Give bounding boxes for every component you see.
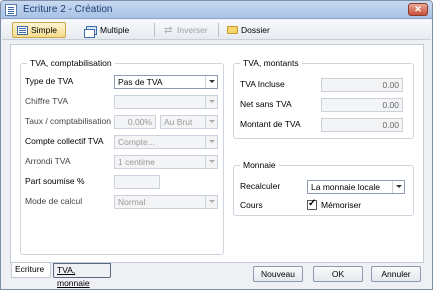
chiffre-tva-label: Chiffre TVA bbox=[25, 96, 68, 106]
chiffre-tva-select[interactable] bbox=[114, 95, 218, 109]
montant-tva-field[interactable]: 0.00 bbox=[321, 118, 403, 132]
comptabilisation-select[interactable]: Au Brut bbox=[160, 115, 218, 129]
close-button[interactable]: ✕ bbox=[408, 3, 428, 16]
taux-label: Taux / comptabilisation bbox=[25, 116, 111, 126]
group-title: Monnaie bbox=[240, 160, 279, 170]
net-sans-tva-label: Net sans TVA bbox=[240, 99, 292, 109]
inverser-label: Inverser bbox=[177, 25, 208, 35]
comptabilisation-value: Au Brut bbox=[164, 117, 193, 127]
chevron-down-icon bbox=[205, 196, 217, 208]
mode-calcul-select[interactable]: Normal bbox=[114, 195, 218, 209]
app-icon bbox=[5, 4, 17, 16]
taux-field[interactable]: 0.00% bbox=[114, 115, 156, 129]
arrondi-tva-select[interactable]: 1 centime bbox=[114, 155, 218, 169]
simple-label: Simple bbox=[31, 25, 57, 35]
tva-monnaie-panel: TVA, comptabilisation Type de TVA Pas de… bbox=[10, 44, 424, 263]
chevron-down-icon bbox=[205, 76, 217, 88]
arrondi-tva-label: Arrondi TVA bbox=[25, 156, 71, 166]
tva-montants-group: TVA, montants TVA Incluse 0.00 Net sans … bbox=[233, 58, 414, 139]
part-soumise-field[interactable] bbox=[114, 175, 160, 189]
dossier-label: Dossier bbox=[241, 25, 270, 35]
toolbar-separator bbox=[218, 23, 219, 37]
memoriser-checkbox[interactable] bbox=[307, 198, 317, 210]
recalculer-select[interactable]: La monnaie locale bbox=[307, 180, 405, 194]
group-title: TVA, montants bbox=[240, 58, 302, 68]
type-tva-value: Pas de TVA bbox=[118, 77, 163, 87]
tva-incluse-field[interactable]: 0.00 bbox=[321, 78, 403, 92]
title-bar[interactable]: Ecriture 2 - Création ✕ bbox=[1, 1, 432, 19]
tab-tva-monnaie[interactable]: TVA, monnaie bbox=[53, 263, 111, 288]
compte-collectif-label: Compte collectif TVA bbox=[25, 136, 104, 146]
tva-incluse-label: TVA Incluse bbox=[240, 79, 285, 89]
toolbar: Simple Multiple ⇄ Inverser Dossier bbox=[2, 20, 431, 40]
inverser-button[interactable]: ⇄ Inverser bbox=[160, 22, 212, 38]
multiple-icon bbox=[84, 25, 97, 38]
dossier-button[interactable]: Dossier bbox=[223, 22, 274, 38]
monnaie-group: Monnaie Recalculer La monnaie locale Cou… bbox=[233, 160, 414, 216]
folder-icon bbox=[227, 26, 238, 34]
annuler-button[interactable]: Annuler bbox=[371, 266, 421, 282]
tab-ecriture-label: Ecriture bbox=[15, 264, 45, 274]
recalculer-value: La monnaie locale bbox=[311, 182, 380, 192]
mode-calcul-value: Normal bbox=[118, 197, 146, 207]
memoriser-label: Mémoriser bbox=[321, 200, 362, 210]
chevron-down-icon bbox=[392, 181, 404, 193]
dialog-window: Ecriture 2 - Création ✕ Simple Multiple … bbox=[0, 0, 433, 290]
tab-ecriture[interactable]: Ecriture bbox=[11, 263, 51, 278]
chevron-down-icon bbox=[205, 96, 217, 108]
cours-label: Cours bbox=[240, 200, 263, 210]
nouveau-button[interactable]: Nouveau bbox=[253, 266, 303, 282]
mode-calcul-label: Mode de calcul bbox=[25, 196, 83, 206]
type-tva-label: Type de TVA bbox=[25, 76, 74, 86]
multiple-label: Multiple bbox=[100, 25, 130, 35]
net-sans-tva-field[interactable]: 0.00 bbox=[321, 98, 403, 112]
chevron-down-icon bbox=[205, 116, 217, 128]
chevron-down-icon bbox=[205, 136, 217, 148]
ok-button[interactable]: OK bbox=[313, 266, 363, 282]
simple-icon bbox=[17, 25, 28, 35]
type-tva-select[interactable]: Pas de TVA bbox=[114, 75, 218, 89]
window-title: Ecriture 2 - Création bbox=[23, 4, 113, 15]
arrondi-tva-value: 1 centime bbox=[118, 157, 155, 167]
recalculer-label: Recalculer bbox=[240, 181, 281, 191]
part-soumise-label: Part soumise % bbox=[25, 176, 85, 186]
group-title: TVA, comptabilisation bbox=[27, 58, 115, 68]
tva-comptabilisation-group: TVA, comptabilisation Type de TVA Pas de… bbox=[20, 58, 224, 255]
swap-icon: ⇄ bbox=[164, 24, 173, 36]
compte-collectif-value: Compte... bbox=[118, 137, 155, 147]
chevron-down-icon bbox=[205, 156, 217, 168]
toolbar-separator bbox=[154, 23, 155, 37]
compte-collectif-select[interactable]: Compte... bbox=[114, 135, 218, 149]
tab-tva-monnaie-label: TVA, monnaie bbox=[57, 265, 90, 288]
simple-button[interactable]: Simple bbox=[12, 22, 66, 38]
multiple-button[interactable]: Multiple bbox=[82, 22, 133, 38]
montant-tva-label: Montant de TVA bbox=[240, 119, 301, 129]
